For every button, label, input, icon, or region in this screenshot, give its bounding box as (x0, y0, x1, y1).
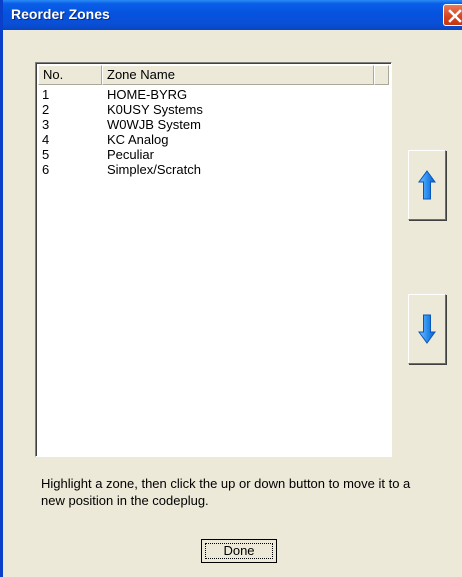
list-item[interactable]: 4 KC Analog (38, 132, 389, 147)
list-rows: 1 HOME-BYRG 2 K0USY Systems 3 W0WJB Syst… (38, 87, 389, 177)
arrow-up-icon (418, 170, 436, 200)
zone-number: 3 (42, 117, 50, 132)
window-title: Reorder Zones (11, 6, 110, 22)
move-up-button[interactable] (408, 150, 446, 220)
zone-number: 4 (42, 132, 50, 147)
zone-name: HOME-BYRG (107, 87, 188, 102)
zone-number: 2 (42, 102, 50, 117)
list-item[interactable]: 1 HOME-BYRG (38, 87, 389, 102)
title-bar[interactable]: Reorder Zones (3, 0, 462, 30)
zone-name: Simplex/Scratch (107, 162, 201, 177)
zone-name: K0USY Systems (107, 102, 203, 117)
list-item[interactable]: 2 K0USY Systems (38, 102, 389, 117)
arrow-down-icon (418, 314, 436, 344)
zone-name: KC Analog (107, 132, 169, 147)
focus-rectangle (205, 543, 273, 559)
close-button[interactable] (443, 4, 462, 26)
zone-number: 5 (42, 147, 50, 162)
list-item[interactable]: 3 W0WJB System (38, 117, 389, 132)
zone-list[interactable]: No. Zone Name 1 HOME-BYRG 2 K0USY System… (35, 62, 392, 457)
zone-number: 6 (42, 162, 50, 177)
instruction-text: Highlight a zone, then click the up or d… (41, 476, 411, 508)
reorder-zones-dialog: Reorder Zones No. Zone Name 1 HOME-BYRG … (0, 0, 462, 577)
zone-name: Peculiar (107, 147, 154, 162)
list-item[interactable]: 6 Simplex/Scratch (38, 162, 389, 177)
list-item[interactable]: 5 Peculiar (38, 147, 389, 162)
zone-number: 1 (42, 87, 50, 102)
column-header-filler (374, 65, 389, 85)
done-button[interactable]: Done (201, 539, 277, 563)
move-down-button[interactable] (408, 294, 446, 364)
close-icon (448, 9, 462, 23)
column-header-zone-name[interactable]: Zone Name (102, 65, 374, 85)
list-header: No. Zone Name (38, 65, 389, 85)
zone-name: W0WJB System (107, 117, 201, 132)
column-header-no[interactable]: No. (38, 65, 102, 85)
